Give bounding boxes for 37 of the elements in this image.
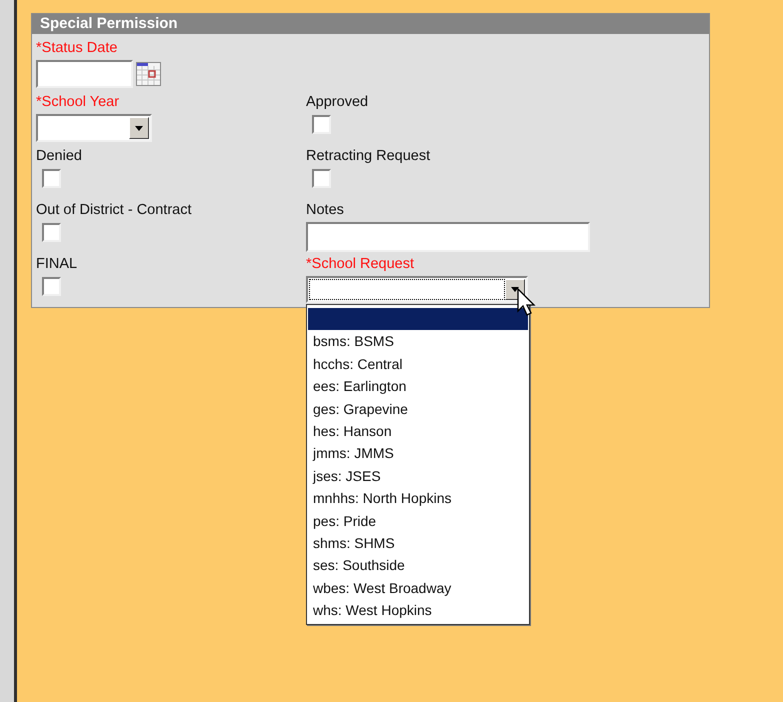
checkbox[interactable] bbox=[42, 277, 61, 296]
field-label: Notes bbox=[306, 201, 344, 219]
dropdown-option[interactable]: hes: Hanson bbox=[308, 420, 528, 442]
checkbox[interactable] bbox=[42, 223, 61, 242]
dropdown-option[interactable]: bsms: BSMS bbox=[308, 330, 528, 353]
calendar-icon[interactable] bbox=[136, 62, 161, 86]
dropdown-option[interactable]: ees: Earlington bbox=[308, 375, 528, 398]
dropdown-option[interactable]: jmms: JMMS bbox=[308, 442, 528, 465]
field-label: *Status Date bbox=[36, 39, 118, 57]
dropdown-option[interactable]: ses: Southside bbox=[308, 554, 528, 577]
panel-title: Special Permission bbox=[32, 14, 709, 34]
notes-field[interactable] bbox=[306, 222, 590, 252]
field-label: Out of District - Contract bbox=[36, 201, 192, 219]
checkbox[interactable] bbox=[42, 169, 61, 188]
dropdown-arrow-button[interactable] bbox=[129, 117, 149, 139]
dropdown-option[interactable]: mnhhs: North Hopkins bbox=[308, 487, 528, 510]
checkbox[interactable] bbox=[312, 115, 331, 134]
select-field[interactable] bbox=[36, 114, 152, 142]
dropdown-option[interactable]: pes: Pride bbox=[308, 510, 528, 532]
checkbox[interactable] bbox=[312, 169, 331, 188]
field-label: Retracting Request bbox=[306, 147, 430, 165]
field-label: *School Request bbox=[306, 255, 414, 273]
dropdown-option[interactable]: ges: Grapevine bbox=[308, 398, 528, 420]
caret-icon bbox=[135, 126, 143, 130]
field-label: Approved bbox=[306, 93, 368, 111]
dropdown-option[interactable]: shms: SHMS bbox=[308, 532, 528, 554]
date-field[interactable] bbox=[36, 60, 133, 88]
select-field[interactable] bbox=[306, 276, 528, 303]
field-label: FINAL bbox=[36, 255, 78, 273]
dropdown-option[interactable]: jses: JSES bbox=[308, 464, 528, 488]
dropdown-option[interactable]: wbes: West Broadway bbox=[308, 576, 528, 600]
dropdown-option[interactable]: whs: West Hopkins bbox=[308, 599, 528, 622]
field-label: *School Year bbox=[36, 93, 120, 111]
caret-icon bbox=[511, 287, 519, 292]
field-label: Denied bbox=[36, 147, 82, 165]
dropdown-option[interactable]: hcchs: Central bbox=[308, 352, 528, 376]
dropdown-option[interactable] bbox=[308, 308, 528, 330]
